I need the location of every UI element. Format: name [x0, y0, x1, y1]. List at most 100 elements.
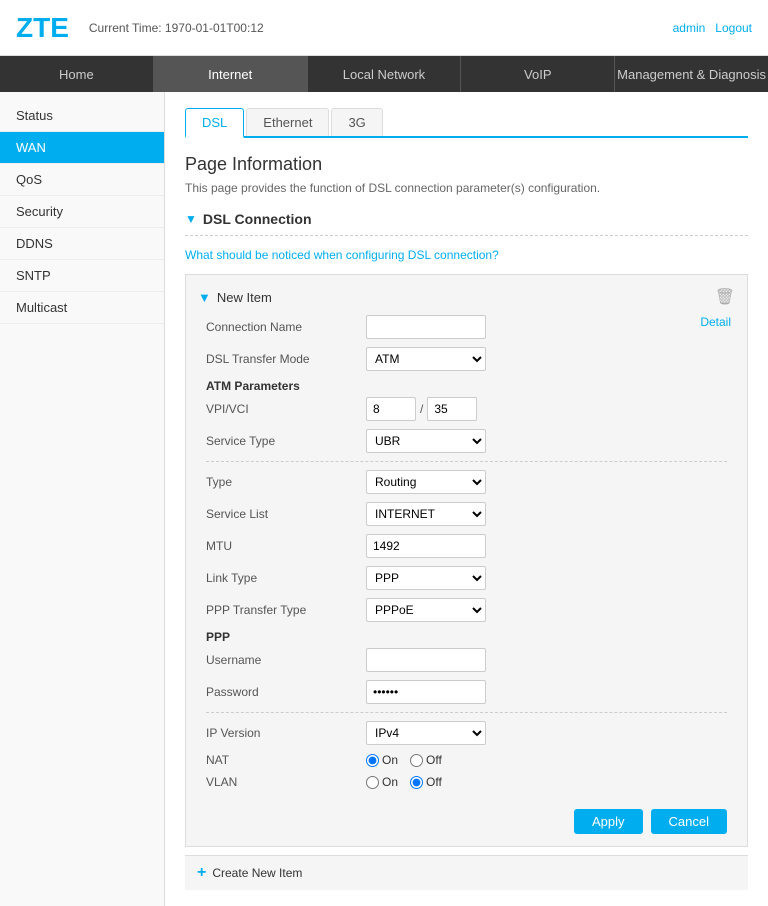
mtu-control — [366, 534, 727, 558]
mtu-input[interactable] — [366, 534, 486, 558]
atm-params-label: ATM Parameters — [206, 379, 727, 393]
logo: ZTE — [16, 12, 69, 44]
nat-label: NAT — [206, 753, 366, 767]
type-row: Type Routing Bridge — [206, 470, 727, 494]
connection-name-input[interactable] — [366, 315, 486, 339]
content-area: DSL Ethernet 3G Page Information This pa… — [165, 92, 768, 906]
vlan-on-label[interactable]: On — [366, 775, 398, 789]
ppp-section-label: PPP — [206, 630, 727, 644]
nat-control: On Off — [366, 753, 727, 767]
sidebar-item-status[interactable]: Status — [0, 100, 164, 132]
logout-link[interactable]: Logout — [715, 21, 752, 35]
vlan-control: On Off — [366, 775, 727, 789]
nat-row: NAT On Off — [206, 753, 727, 767]
sidebar-item-qos[interactable]: QoS — [0, 164, 164, 196]
nat-on-radio[interactable] — [366, 754, 379, 767]
tab-ethernet[interactable]: Ethernet — [246, 108, 329, 136]
link-type-control: PPP IPoE — [366, 566, 727, 590]
password-label: Password — [206, 685, 366, 699]
dsl-transfer-mode-row: DSL Transfer Mode ATM PTM — [206, 347, 727, 371]
main-layout: Status WAN QoS Security DDNS SNTP Multic… — [0, 92, 768, 906]
nat-off-label[interactable]: Off — [410, 753, 442, 767]
header: ZTE Current Time: 1970-01-01T00:12 admin… — [0, 0, 768, 56]
ip-version-label: IP Version — [206, 726, 366, 740]
divider2 — [206, 712, 727, 713]
nat-off-text: Off — [426, 753, 442, 767]
mtu-row: MTU — [206, 534, 727, 558]
nav-home[interactable]: Home — [0, 56, 154, 92]
vlan-off-text: Off — [426, 775, 442, 789]
sidebar-item-security[interactable]: Security — [0, 196, 164, 228]
ppp-transfer-type-control: PPPoE PPPoA — [366, 598, 727, 622]
plus-icon: + — [197, 864, 206, 882]
sidebar-item-wan[interactable]: WAN — [0, 132, 164, 164]
nav-voip[interactable]: VoIP — [461, 56, 615, 92]
type-select[interactable]: Routing Bridge — [366, 470, 486, 494]
vlan-on-radio[interactable] — [366, 776, 379, 789]
form-panel: ▼ New Item 🗑 Detail Connection Name DSL … — [185, 274, 748, 847]
connection-name-row: Connection Name — [206, 315, 727, 339]
sidebar-item-sntp[interactable]: SNTP — [0, 260, 164, 292]
ip-version-control: IPv4 IPv6 IPv4/IPv6 — [366, 721, 727, 745]
admin-link[interactable]: admin — [673, 21, 706, 35]
section-triangle-icon: ▼ — [185, 212, 197, 226]
password-row: Password — [206, 680, 727, 704]
nav-bar: Home Internet Local Network VoIP Managem… — [0, 56, 768, 92]
ip-version-row: IP Version IPv4 IPv6 IPv4/IPv6 — [206, 721, 727, 745]
ip-version-select[interactable]: IPv4 IPv6 IPv4/IPv6 — [366, 721, 486, 745]
link-type-select[interactable]: PPP IPoE — [366, 566, 486, 590]
vpi-vci-control: / — [366, 397, 727, 421]
header-user: admin Logout — [673, 21, 752, 35]
service-type-control: UBR CBR VBR — [366, 429, 727, 453]
form-body: Connection Name DSL Transfer Mode ATM PT… — [198, 315, 735, 834]
tab-bar: DSL Ethernet 3G — [185, 108, 748, 138]
current-time-value: 1970-01-01T00:12 — [165, 21, 264, 35]
panel-title-text: New Item — [217, 290, 272, 305]
nav-internet[interactable]: Internet — [154, 56, 308, 92]
vlan-off-label[interactable]: Off — [410, 775, 442, 789]
nav-management[interactable]: Management & Diagnosis — [615, 56, 768, 92]
service-list-control: INTERNET TR069 VOIP OTHER — [366, 502, 727, 526]
section-title: DSL Connection — [203, 211, 312, 227]
password-input[interactable] — [366, 680, 486, 704]
type-label: Type — [206, 475, 366, 489]
tab-dsl[interactable]: DSL — [185, 108, 244, 138]
divider1 — [206, 461, 727, 462]
dsl-transfer-mode-control: ATM PTM — [366, 347, 727, 371]
delete-icon[interactable]: 🗑 — [715, 287, 735, 307]
service-type-row: Service Type UBR CBR VBR — [206, 429, 727, 453]
nat-on-text: On — [382, 753, 398, 767]
link-type-label: Link Type — [206, 571, 366, 585]
sidebar-item-ddns[interactable]: DDNS — [0, 228, 164, 260]
ppp-transfer-type-row: PPP Transfer Type PPPoE PPPoA — [206, 598, 727, 622]
create-new-item[interactable]: + Create New Item — [185, 855, 748, 890]
vlan-label: VLAN — [206, 775, 366, 789]
vlan-off-radio[interactable] — [410, 776, 423, 789]
nat-on-label[interactable]: On — [366, 753, 398, 767]
sidebar: Status WAN QoS Security DDNS SNTP Multic… — [0, 92, 165, 906]
vpi-vci-separator: / — [420, 402, 423, 416]
tab-3g[interactable]: 3G — [331, 108, 382, 136]
nat-off-radio[interactable] — [410, 754, 423, 767]
create-new-label: Create New Item — [212, 866, 302, 880]
apply-button[interactable]: Apply — [574, 809, 643, 834]
vci-input[interactable] — [427, 397, 477, 421]
dsl-transfer-mode-select[interactable]: ATM PTM — [366, 347, 486, 371]
service-list-select[interactable]: INTERNET TR069 VOIP OTHER — [366, 502, 486, 526]
section-header: ▼ DSL Connection — [185, 211, 748, 236]
help-link[interactable]: What should be noticed when configuring … — [185, 248, 748, 262]
cancel-button[interactable]: Cancel — [651, 809, 727, 834]
page-description: This page provides the function of DSL c… — [185, 181, 748, 195]
type-control: Routing Bridge — [366, 470, 727, 494]
service-type-select[interactable]: UBR CBR VBR — [366, 429, 486, 453]
mtu-label: MTU — [206, 539, 366, 553]
panel-header: ▼ New Item 🗑 — [198, 287, 735, 307]
vpi-input[interactable] — [366, 397, 416, 421]
vpi-vci-label: VPI/VCI — [206, 402, 366, 416]
sidebar-item-multicast[interactable]: Multicast — [0, 292, 164, 324]
nav-local-network[interactable]: Local Network — [308, 56, 462, 92]
current-time: Current Time: 1970-01-01T00:12 — [89, 21, 673, 35]
ppp-transfer-type-select[interactable]: PPPoE PPPoA — [366, 598, 486, 622]
detail-link[interactable]: Detail — [700, 315, 731, 329]
username-input[interactable] — [366, 648, 486, 672]
